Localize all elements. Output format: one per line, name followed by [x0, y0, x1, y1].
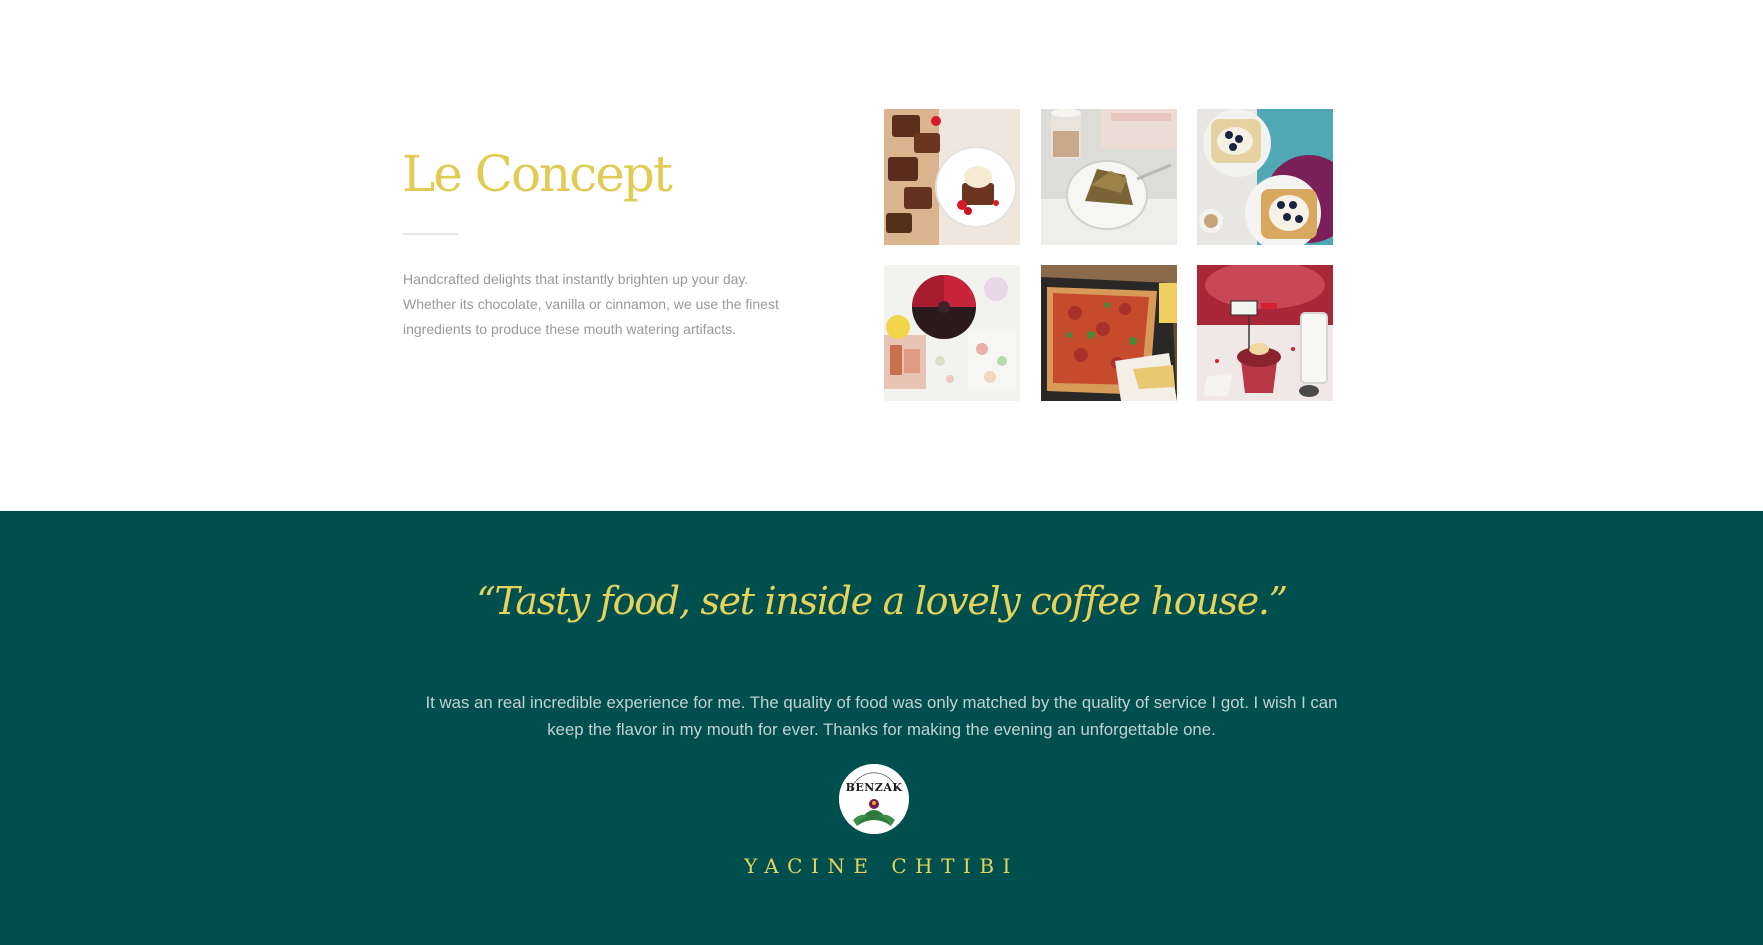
pizza-photo: [1040, 265, 1177, 401]
benzak-logo-icon: BENZAK: [839, 764, 909, 834]
brownies-photo: [884, 109, 1020, 245]
chocolate-cake-photo: [884, 265, 1020, 401]
gallery-image-chocolate-cake[interactable]: [884, 265, 1020, 401]
gallery-image-blueberry-toast[interactable]: [1197, 109, 1333, 245]
testimonial-quote: “Tasty food, set inside a lovely coffee …: [476, 579, 1288, 623]
title-divider: [403, 233, 458, 235]
latte-cake-photo: [1040, 109, 1177, 245]
avatar-logo-text: BENZAK: [846, 781, 903, 794]
concept-description: Handcrafted delights that instantly brig…: [403, 271, 779, 337]
gallery-image-pizza[interactable]: [1040, 265, 1177, 401]
author-avatar: BENZAK: [839, 764, 909, 834]
testimonial-review-text: It was an real incredible experience for…: [425, 693, 1338, 739]
gallery-image-brownies[interactable]: [884, 109, 1020, 245]
gallery-image-cupcake[interactable]: [1197, 265, 1333, 401]
cupcake-photo: [1197, 265, 1333, 401]
food-gallery: [884, 109, 1333, 402]
testimonial-author: YACINE CHTIBI: [744, 854, 1019, 878]
concept-section: Le Concept Handcrafted delights that ins…: [0, 0, 1763, 511]
testimonial-section: “Tasty food, set inside a lovely coffee …: [0, 511, 1763, 945]
gallery-image-latte-cake[interactable]: [1040, 109, 1177, 245]
blueberry-toast-photo: [1197, 109, 1333, 245]
concept-title: Le Concept: [402, 145, 673, 203]
